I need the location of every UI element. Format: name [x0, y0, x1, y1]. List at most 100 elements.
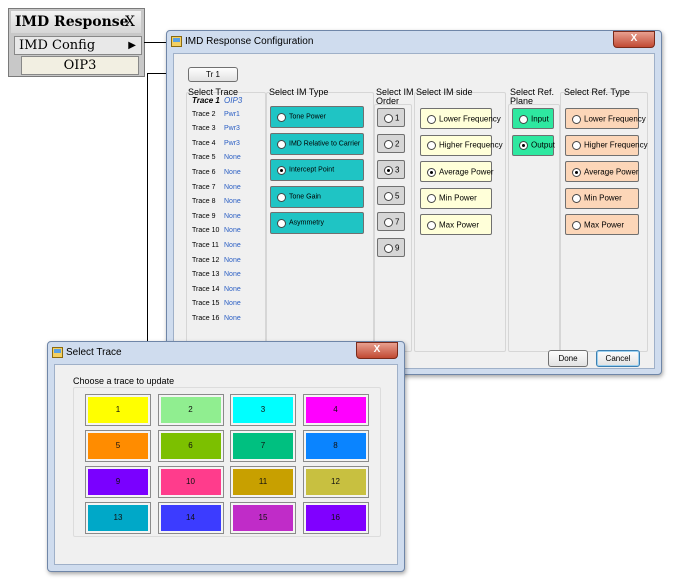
trace-tile-9[interactable]: 9 — [85, 466, 151, 498]
config-close-button[interactable]: X — [613, 31, 655, 48]
trace-tile-4[interactable]: 4 — [302, 394, 369, 426]
ref-plane-option[interactable]: Input — [512, 108, 554, 129]
trace-row-value[interactable]: None — [224, 242, 241, 249]
trace-row-value[interactable]: None — [224, 227, 241, 234]
trace-row-value[interactable]: None — [224, 184, 241, 191]
ref-type-option[interactable]: Higher Frequency — [565, 134, 648, 156]
imd-config-label: IMD Config — [19, 38, 96, 53]
trace-tile-2[interactable]: 2 — [157, 394, 224, 426]
option-label: Higher Frequency — [584, 140, 648, 150]
im-type-option[interactable]: Intercept Point — [270, 159, 364, 181]
cancel-button[interactable]: Cancel — [596, 350, 640, 367]
imd-config-value[interactable]: OIP3 — [21, 56, 139, 75]
trace-row-label: Trace 14 — [192, 285, 220, 293]
trace-row-label: Trace 6 — [192, 169, 216, 176]
option-label: Tone Gain — [289, 193, 321, 200]
option-label: Intercept Point — [289, 166, 335, 174]
option-label: Output — [531, 140, 556, 150]
trace-tile-12[interactable]: 12 — [302, 466, 369, 498]
radio-button-icon — [427, 167, 436, 177]
ref-plane-title-2: Plane — [510, 96, 534, 106]
option-label: Max Power — [439, 220, 480, 229]
connector-line-vertical — [147, 73, 148, 345]
im-type-option[interactable]: Asymmetry — [270, 212, 364, 234]
trace-row-label: Trace 12 — [192, 256, 220, 264]
im-type-option[interactable]: Tone Gain — [270, 185, 364, 208]
im-type-option[interactable]: IMD Relative to Carrier — [270, 132, 364, 155]
trace-row-label: Trace 4 — [192, 139, 216, 147]
im-side-option[interactable]: Lower Frequency — [420, 108, 501, 129]
radio-button-icon — [519, 114, 528, 124]
trace-row-value[interactable]: Pwr3 — [224, 140, 240, 147]
ref-type-option[interactable]: Lower Frequency — [565, 108, 646, 129]
connector-line-top — [144, 42, 167, 43]
option-label: IMD Relative to Carrier — [289, 140, 361, 147]
im-order-option[interactable]: 2 — [377, 134, 405, 153]
radio-button-icon — [277, 192, 286, 202]
trace-tile-10[interactable]: 10 — [157, 466, 224, 498]
trace-row-value[interactable]: None — [224, 286, 241, 293]
trace-row-label: Trace 1 — [192, 96, 220, 105]
trace-row-value[interactable]: None — [224, 169, 241, 176]
trace-tile-13[interactable]: 13 — [85, 502, 151, 534]
trace-tile-16[interactable]: 16 — [302, 502, 369, 534]
softkey-title: IMD Response — [15, 14, 129, 30]
trace-row-value[interactable]: None — [224, 315, 241, 322]
trace-row-value[interactable]: None — [224, 213, 241, 220]
done-button[interactable]: Done — [548, 350, 588, 367]
trace-prompt: Choose a trace to update — [73, 376, 175, 386]
trace-row-value[interactable]: None — [224, 271, 241, 278]
trace-tile-7[interactable]: 7 — [230, 430, 296, 462]
radio-button-icon — [427, 114, 436, 124]
radio-button-icon — [572, 220, 581, 230]
trace-close-button[interactable]: X — [356, 342, 398, 359]
trace-window-title: Select Trace — [66, 347, 122, 358]
im-type-option[interactable]: Tone Power — [270, 106, 364, 128]
im-order-option[interactable]: 3 — [377, 160, 405, 179]
trace-tile-3[interactable]: 3 — [230, 394, 296, 426]
radio-button-icon — [384, 191, 393, 201]
trace-row-label: Trace 15 — [192, 300, 220, 308]
im-side-option[interactable]: Higher Frequency — [420, 134, 503, 156]
trace-tile-11[interactable]: 11 — [230, 466, 296, 498]
trace-row-value[interactable]: None — [224, 154, 241, 161]
radio-button-icon — [572, 194, 581, 203]
im-order-option[interactable]: 1 — [377, 108, 405, 127]
im-type-title: Select IM Type — [269, 87, 329, 97]
trace-tile-15[interactable]: 15 — [230, 502, 296, 534]
trace-row-value[interactable]: Pwr3 — [224, 125, 240, 132]
trace-row-value[interactable]: None — [224, 300, 241, 307]
trace-row-value[interactable]: Pwr1 — [224, 111, 240, 118]
im-side-option[interactable]: Min Power — [420, 187, 492, 209]
radio-button-icon — [427, 194, 436, 203]
softkey-close-button[interactable]: X — [125, 11, 135, 33]
trace-tile-14[interactable]: 14 — [157, 502, 224, 534]
trace-row-label: Trace 10 — [192, 227, 220, 235]
option-label: Average Power — [439, 167, 494, 176]
trace-tile-8[interactable]: 8 — [302, 430, 369, 462]
ref-plane-option[interactable]: Output — [512, 134, 556, 156]
trace-tile-5[interactable]: 5 — [85, 430, 151, 462]
config-window-title: IMD Response Configuration — [185, 36, 314, 47]
option-label: Input — [531, 114, 549, 123]
im-side-option[interactable]: Average Power — [420, 161, 494, 182]
ref-type-option[interactable]: Max Power — [565, 214, 639, 235]
ref-type-option[interactable]: Average Power — [565, 161, 639, 182]
im-order-title-2: Order — [376, 96, 400, 106]
option-label: 3 — [395, 165, 400, 174]
ref-type-option[interactable]: Min Power — [565, 187, 639, 209]
trace-tile-1[interactable]: 1 — [85, 394, 151, 426]
im-order-option[interactable]: 7 — [377, 212, 405, 231]
tr1-button[interactable]: Tr 1 — [188, 67, 238, 82]
radio-button-icon — [384, 113, 393, 123]
im-side-option[interactable]: Max Power — [420, 214, 492, 235]
imd-config-menu[interactable]: IMD Config ▶ — [14, 36, 142, 55]
trace-row-value[interactable]: None — [224, 198, 241, 205]
trace-tile-6[interactable]: 6 — [157, 430, 224, 462]
config-client-area: Tr 1 Select Trace Trace 1 OIP3 Trace 2 Pwr1… — [173, 53, 655, 369]
trace-row-value[interactable]: None — [224, 257, 241, 264]
option-label: 9 — [395, 243, 400, 252]
im-order-option[interactable]: 9 — [377, 238, 405, 257]
im-order-option[interactable]: 5 — [377, 186, 405, 205]
trace-row-value[interactable]: OIP3 — [224, 96, 242, 105]
